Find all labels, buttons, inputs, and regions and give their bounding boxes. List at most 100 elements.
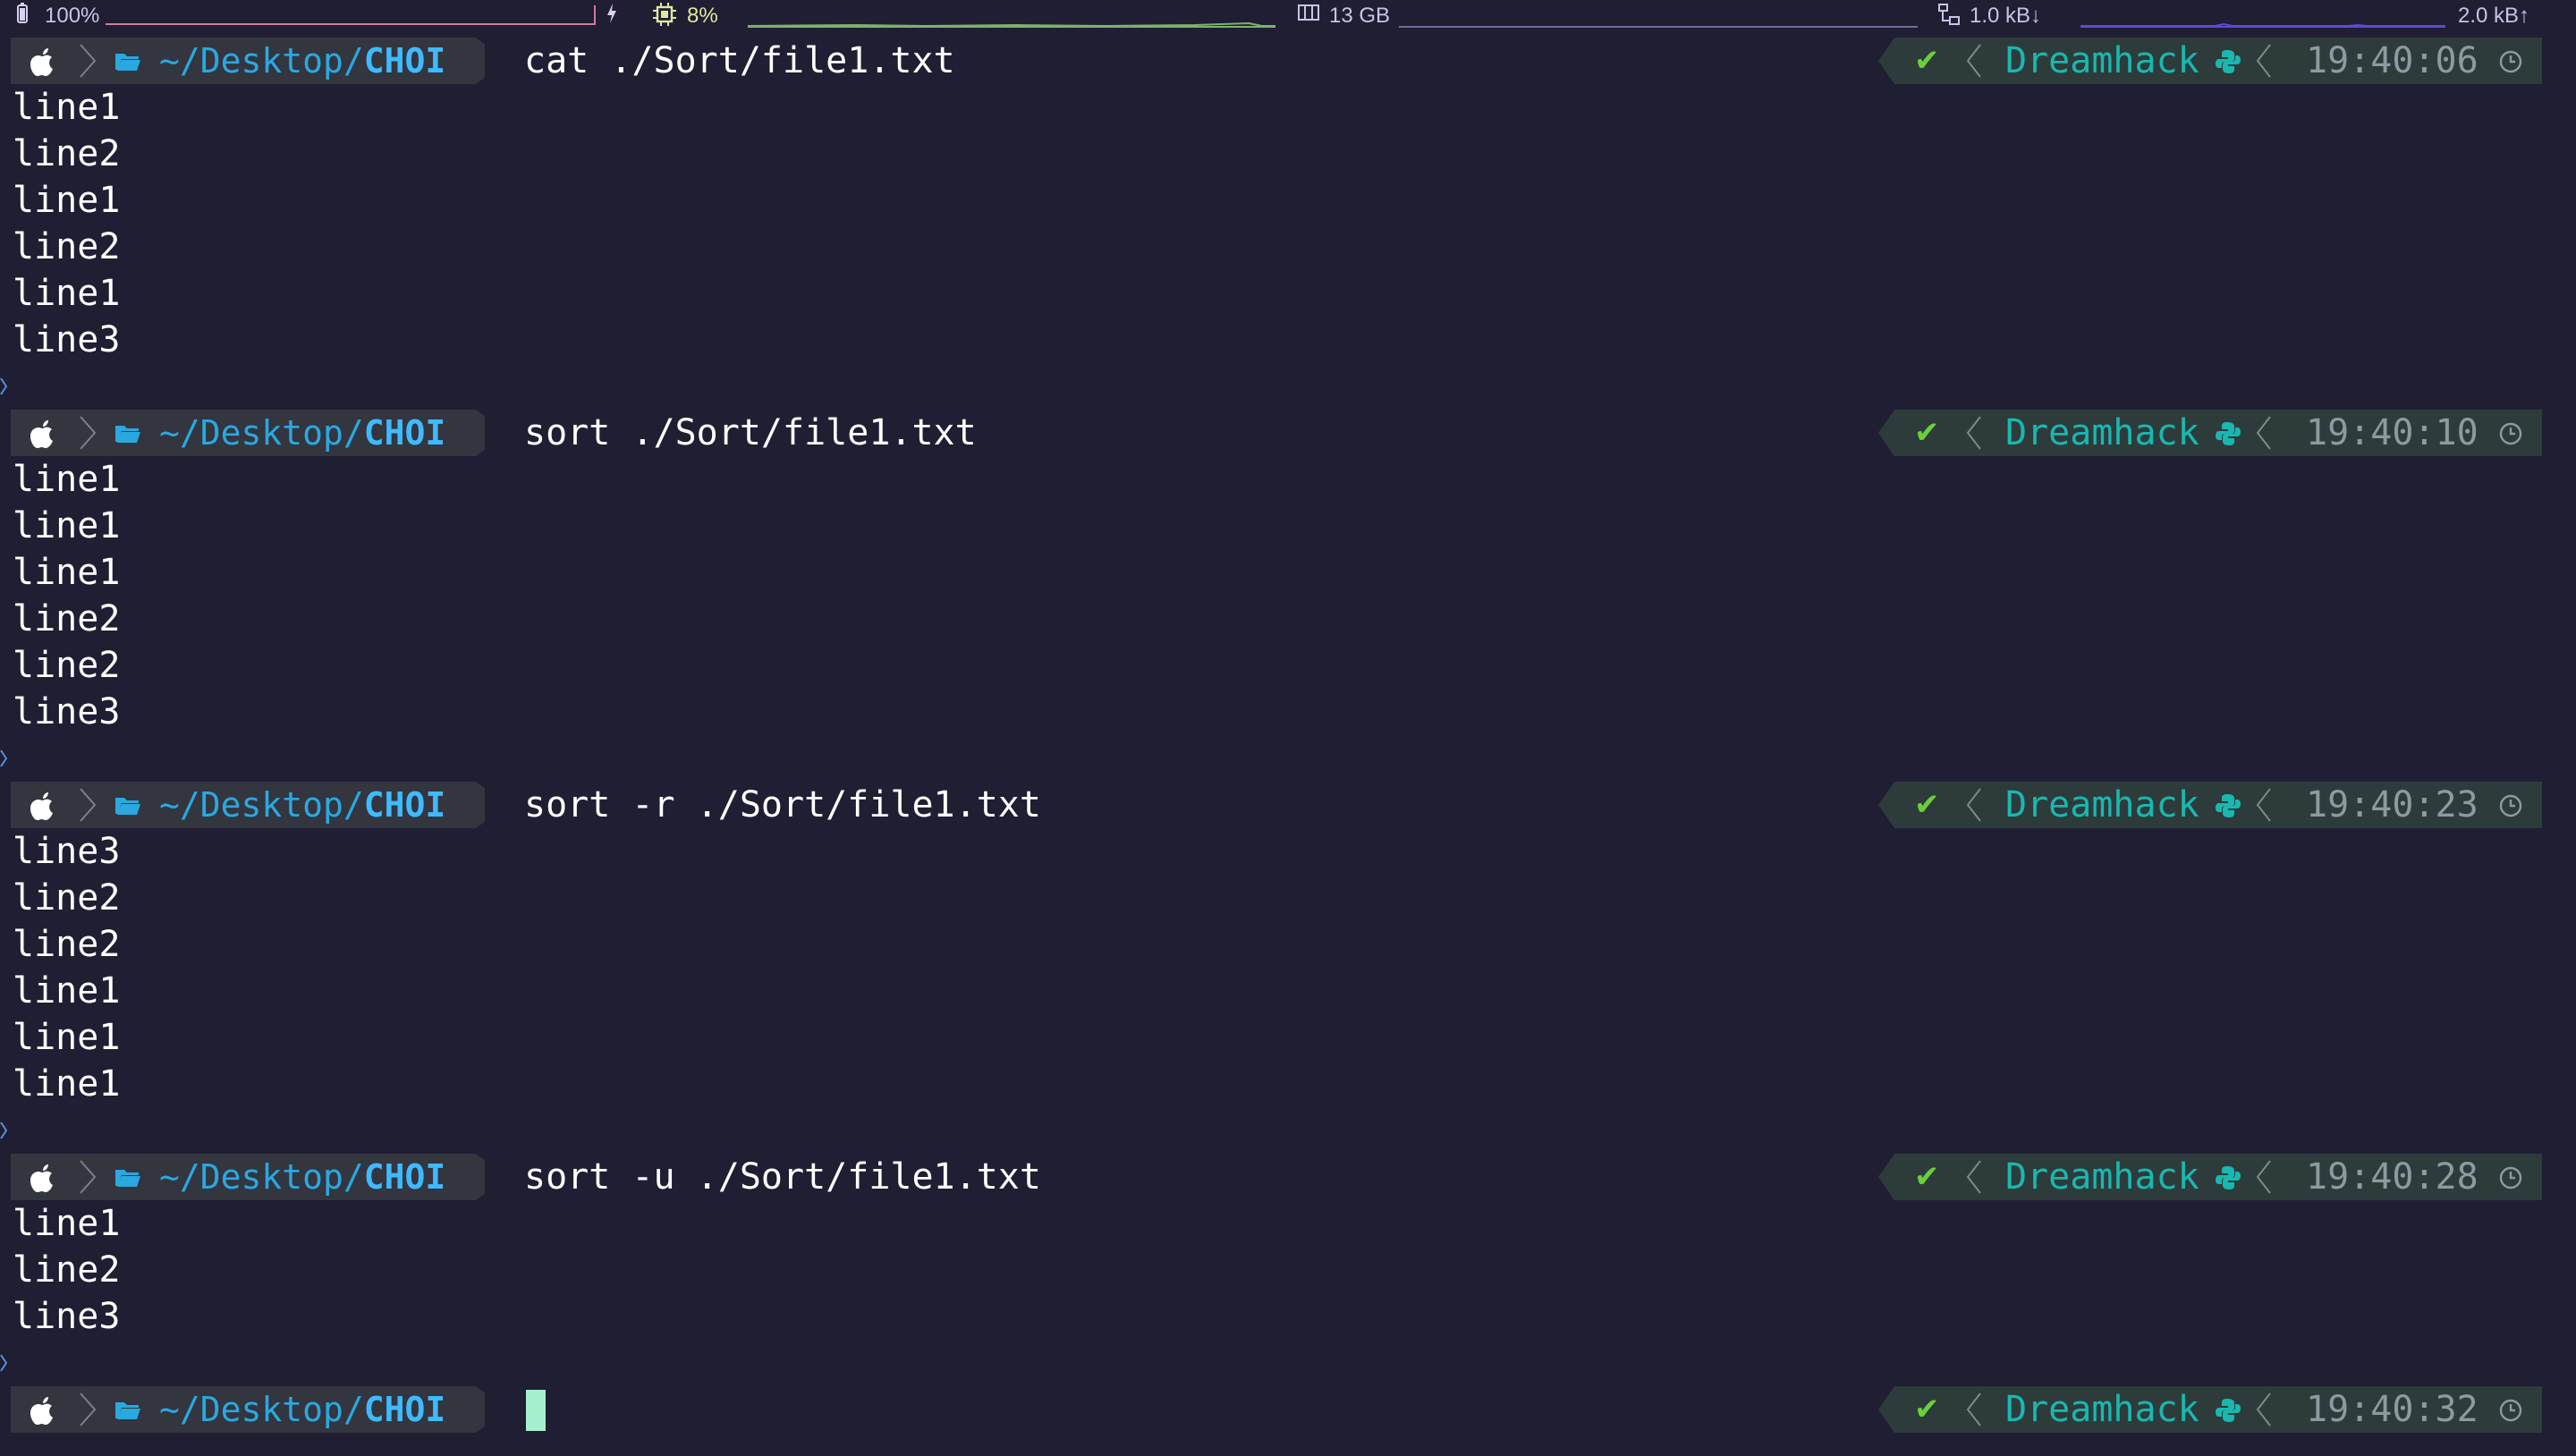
chevron-left-icon (1966, 788, 1981, 822)
apple-icon (30, 1397, 53, 1425)
cwd-prefix: ~/Desktop/ (159, 1157, 364, 1197)
cpu-graph (748, 8, 1275, 28)
cwd-path: ~/Desktop/CHOI (159, 1386, 445, 1433)
prompt-time: 19:40:28 (2306, 1156, 2479, 1198)
cwd-prefix: ~/Desktop/ (159, 413, 364, 453)
text-cursor[interactable] (526, 1390, 546, 1431)
prompt-line: ~/Desktop/CHOI sort ./Sort/file1.txt ✔ D… (0, 410, 2576, 456)
python-icon (2216, 422, 2241, 445)
clock-icon (2499, 1166, 2522, 1189)
output-line: line2 (13, 645, 121, 686)
python-env-name: Dreamhack (2005, 40, 2199, 81)
output-line: line1 (13, 1063, 121, 1105)
prompt-separator (0, 735, 2576, 782)
prompt-right-segment: ✔ Dreamhack 19:40:06 (1878, 38, 2542, 84)
memory-graph (1399, 8, 1918, 28)
command-text: cat ./Sort/file1.txt (524, 40, 955, 81)
chevron-right-icon (80, 1393, 97, 1426)
prompt-left-segment: ~/Desktop/CHOI (11, 1154, 485, 1200)
apple-icon (30, 48, 53, 76)
current-prompt-line: ~/Desktop/CHOI ✔ Dreamhack 19:40:32 (0, 1386, 2576, 1433)
chevron-right-icon (80, 416, 97, 450)
output-line: line1 (13, 1203, 121, 1244)
chevron-left-icon (1966, 1393, 1981, 1426)
prompt-line: ~/Desktop/CHOI cat ./Sort/file1.txt ✔ Dr… (0, 38, 2576, 84)
apple-icon (30, 420, 53, 448)
cwd-dir: CHOI (363, 785, 446, 825)
check-icon: ✔ (1914, 43, 1940, 79)
output-line: line2 (13, 598, 121, 639)
output-line: line2 (13, 877, 121, 918)
output-line: line3 (13, 1296, 121, 1337)
prompt-separator (0, 363, 2576, 410)
network-graph (2080, 8, 2445, 28)
prompt-right-segment: ✔ Dreamhack 19:40:32 (1878, 1386, 2542, 1433)
cwd-dir: CHOI (363, 1390, 446, 1429)
cpu-percent: 8% (687, 4, 718, 28)
menu-bar-stats: 100% 8% 13 GB 1.0 kB↓ 2.0 kB↑ (0, 0, 2576, 32)
chevron-right-icon (80, 1160, 97, 1194)
python-env-name: Dreamhack (2005, 784, 2199, 825)
memory-icon (1297, 3, 1320, 30)
command-text: sort -r ./Sort/file1.txt (524, 784, 1041, 825)
cwd-dir: CHOI (363, 41, 446, 80)
chevron-right-icon (80, 788, 97, 822)
output-line: line1 (13, 552, 121, 593)
prompt-time: 19:40:32 (2306, 1389, 2479, 1430)
python-icon (2216, 1399, 2241, 1422)
command-text: sort ./Sort/file1.txt (524, 412, 977, 453)
prompt-left-segment: ~/Desktop/CHOI (11, 410, 485, 456)
python-env-name: Dreamhack (2005, 1156, 2199, 1198)
output-line: line3 (13, 691, 121, 732)
prompt-right-segment: ✔ Dreamhack 19:40:23 (1878, 782, 2542, 828)
clock-icon (2499, 1399, 2522, 1422)
output-line: line1 (13, 180, 121, 221)
folder-icon (115, 54, 140, 71)
chevron-left-icon (1966, 416, 1981, 450)
output-line: line1 (13, 970, 121, 1012)
chevron-right-icon (0, 749, 7, 767)
check-icon: ✔ (1914, 1159, 1940, 1195)
prompt-line: ~/Desktop/CHOI sort -r ./Sort/file1.txt … (0, 782, 2576, 828)
chevron-left-icon (2256, 1160, 2271, 1194)
cwd-dir: CHOI (363, 1157, 446, 1197)
output-line: line1 (13, 1017, 121, 1058)
network-upload: 2.0 kB↑ (2458, 4, 2530, 28)
clock-icon (2499, 422, 2522, 445)
prompt-left-segment: ~/Desktop/CHOI (11, 782, 485, 828)
clock-icon (2499, 50, 2522, 73)
battery-meter-fill (106, 5, 594, 23)
prompt-right-segment: ✔ Dreamhack 19:40:28 (1878, 1154, 2542, 1200)
output-line: line1 (13, 459, 121, 500)
command-text: sort -u ./Sort/file1.txt (524, 1156, 1041, 1198)
prompt-time: 19:40:06 (2306, 40, 2479, 81)
cwd-path: ~/Desktop/CHOI (159, 1154, 445, 1200)
cpu-icon (653, 3, 676, 33)
prompt-time: 19:40:10 (2306, 412, 2479, 453)
python-env-name: Dreamhack (2005, 1389, 2199, 1430)
chevron-left-icon (1966, 44, 1981, 78)
cwd-path: ~/Desktop/CHOI (159, 410, 445, 456)
chevron-right-icon (0, 1354, 7, 1372)
folder-icon (115, 1402, 140, 1419)
memory-used: 13 GB (1329, 4, 1391, 28)
python-icon (2216, 794, 2241, 817)
bolt-icon (606, 3, 617, 31)
chevron-left-icon (1966, 1160, 1981, 1194)
output-line: line2 (13, 924, 121, 965)
battery-icon (16, 3, 29, 31)
prompt-line: ~/Desktop/CHOI sort -u ./Sort/file1.txt … (0, 1154, 2576, 1200)
terminal-output[interactable]: ~/Desktop/CHOI cat ./Sort/file1.txt ✔ Dr… (0, 38, 2576, 1433)
folder-icon (115, 798, 140, 815)
check-icon: ✔ (1914, 1392, 1940, 1427)
output-line: line2 (13, 1249, 121, 1291)
cwd-prefix: ~/Desktop/ (159, 1390, 364, 1429)
chevron-left-icon (2256, 788, 2271, 822)
clock-icon (2499, 794, 2522, 817)
output-line: line2 (13, 226, 121, 267)
prompt-time: 19:40:23 (2306, 784, 2479, 825)
output-line: line2 (13, 133, 121, 174)
cwd-path: ~/Desktop/CHOI (159, 782, 445, 828)
output-line: line3 (13, 319, 121, 360)
apple-icon (30, 1164, 53, 1192)
